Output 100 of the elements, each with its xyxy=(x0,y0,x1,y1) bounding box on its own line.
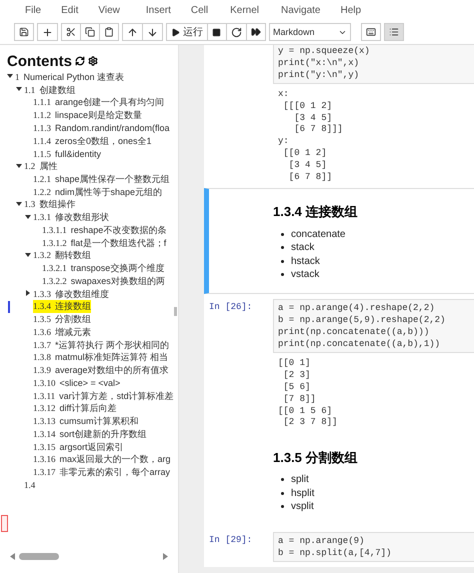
toc-entry[interactable]: 1.1.3 Random.randint/random(floa xyxy=(33,123,170,134)
toc-entry[interactable]: 1.3.12 diff计算后向差 xyxy=(33,402,116,416)
toc-entry[interactable]: 1.3.3 修改数组维度 xyxy=(33,288,109,301)
scissors-icon xyxy=(66,27,76,37)
list-item: vsplit xyxy=(291,501,314,512)
menu-item[interactable]: Navigate xyxy=(273,4,328,16)
menu-item[interactable]: File xyxy=(17,4,50,16)
output-line: [2 3] xyxy=(282,370,312,382)
add-cell-button[interactable] xyxy=(37,23,58,41)
output-line: [[0 1 5 6] xyxy=(278,406,334,418)
toc-entry[interactable]: 1.3.2.1 transpose交换两个维度 xyxy=(42,262,164,276)
stop-icon xyxy=(212,28,221,36)
move-down-button[interactable] xyxy=(142,23,163,41)
toc-entry[interactable]: 1.3.16 max返回最大的一个数，arg xyxy=(33,453,171,466)
toc-entry[interactable]: 1.1.2 linspace则是给定数量 xyxy=(33,109,142,122)
output-line: [3 4 5] xyxy=(293,112,334,124)
toc-entry[interactable]: 1.3.9 average对数组中的所有值求 xyxy=(33,364,169,378)
menu-item[interactable]: View xyxy=(90,4,128,16)
save-icon xyxy=(19,27,29,37)
collapsed-caret-icon[interactable] xyxy=(25,290,31,296)
toc-entry[interactable]: 1.4 xyxy=(24,480,40,490)
arrow-down-icon xyxy=(147,26,158,38)
expanded-caret-icon[interactable] xyxy=(25,214,31,220)
save-button[interactable] xyxy=(14,23,34,41)
toc-entry[interactable]: 1.3 数组操作 xyxy=(24,198,76,212)
bullet-icon xyxy=(281,505,284,508)
toc-entry[interactable]: 1.1.4 zeros全0数组，ones全1 xyxy=(33,134,152,148)
keyboard-icon xyxy=(366,27,376,37)
scroll-left-icon[interactable] xyxy=(10,552,15,560)
copy-button[interactable] xyxy=(80,23,100,41)
toc-entry[interactable]: 1.2.1 shape属性保存一个整数元组 xyxy=(33,172,170,186)
toc-entry[interactable]: 1.3.13 cumsum计算累积和 xyxy=(33,415,139,428)
toc-entry[interactable]: 1.3.7 *运算符执行 两个形状相同的 xyxy=(33,338,170,352)
list-toggle-button[interactable] xyxy=(384,23,404,41)
expanded-caret-icon[interactable] xyxy=(16,162,22,169)
arrow-up-icon xyxy=(127,26,138,38)
toc-entry[interactable]: 1.1.1 arange创建一个具有均匀间 xyxy=(33,96,164,110)
stop-button[interactable] xyxy=(207,23,227,41)
list-item: stack xyxy=(291,242,314,254)
toc-entry[interactable]: 1.1.5 full&identity xyxy=(33,148,102,159)
keyboard-button[interactable] xyxy=(361,23,381,41)
toc-entry[interactable]: 1.3.14 sort创建新的升序数组 xyxy=(33,428,147,441)
toc-entry[interactable]: 1.2 属性 xyxy=(24,160,58,174)
toc-entry[interactable]: 1.3.1.2 flat是一个数组迭代器；f xyxy=(42,236,166,250)
plus-icon xyxy=(42,26,53,38)
run-button[interactable]: 运行 xyxy=(166,23,208,41)
menu-item[interactable]: Insert xyxy=(138,4,179,16)
toc-entry[interactable]: 1.1 创建数组 xyxy=(24,84,76,97)
toc-entry[interactable]: 1.3.1 修改数组形状 xyxy=(33,211,109,224)
output-line: [3 4 5] xyxy=(288,160,328,172)
toc-entry[interactable]: 1.3.17 非零元素的索引，每个array xyxy=(33,466,170,480)
play-icon xyxy=(171,28,180,36)
toc-entry[interactable]: 1.3.5 分割数组 xyxy=(33,313,91,326)
menu-item[interactable]: Kernel xyxy=(222,4,268,16)
toc-entry[interactable]: 1.3.2 翻转数组 xyxy=(33,249,91,262)
expanded-caret-icon[interactable] xyxy=(16,200,22,207)
expanded-caret-icon[interactable] xyxy=(25,252,31,258)
toc-entry[interactable]: 1.3.6 增减元素 xyxy=(33,326,91,339)
refresh-icon[interactable] xyxy=(75,56,85,66)
toc-title: Contents xyxy=(7,52,72,70)
menu-item[interactable]: Help xyxy=(332,4,370,16)
list-item: concatenate xyxy=(291,228,346,240)
menu-item[interactable]: Edit xyxy=(53,4,86,16)
clipboard-icon xyxy=(104,27,114,37)
move-up-button[interactable] xyxy=(122,23,143,41)
output-line: [5 6] xyxy=(282,382,312,394)
restart-icon xyxy=(231,26,242,38)
scrollbar-thumb[interactable] xyxy=(19,552,59,560)
toc-entry[interactable]: 1.2.2 ndim属性等于shape元组的 xyxy=(33,186,162,199)
menu-item[interactable]: Cell xyxy=(182,4,216,16)
bullet-icon xyxy=(281,492,284,495)
toc-entry[interactable]: 1.3.1.1 reshape不改变数据的条 xyxy=(42,224,166,237)
paste-button[interactable] xyxy=(99,23,119,41)
fast-forward-button[interactable] xyxy=(246,23,266,41)
expanded-caret-icon[interactable] xyxy=(7,73,13,80)
scroll-right-icon[interactable] xyxy=(163,552,168,560)
copy-icon xyxy=(85,27,95,37)
code-input[interactable]: a = np.arange(4).reshape(2,2) b = np.arange(5,9).reshape(2,2) print(np.concatenate((a,b))) print(np.concatenate((a,b),1)) xyxy=(273,299,474,354)
code-input[interactable]: y = np.squeeze(x) print("x:\n",x) print("y:\n",y) xyxy=(273,45,474,84)
settings-icon[interactable] xyxy=(88,56,98,66)
tag-icon[interactable] xyxy=(1,515,8,532)
list-icon xyxy=(389,27,399,37)
scrollbar-thumb[interactable] xyxy=(174,307,177,316)
cell-type-select[interactable]: Markdown xyxy=(269,23,351,41)
output-line: y: xyxy=(278,136,290,148)
list-item: hstack xyxy=(291,256,320,267)
code-input[interactable]: a = np.arange(9) b = np.split(a,[4,7]) xyxy=(273,532,474,562)
toc-entry[interactable]: 1.3.4 连接数组 xyxy=(33,300,91,314)
selected-cell[interactable]: 1.3.4 连接数组 concatenate stack hstack vstack xyxy=(204,188,474,294)
toc-entry[interactable]: 1.3.10 <slice> = <val> xyxy=(33,378,120,388)
toc-entry[interactable]: 1.3.8 matmul标准矩阵运算符 相当 xyxy=(33,351,168,364)
toc-entry[interactable]: 1.3.15 argsort返回索引 xyxy=(33,440,124,454)
expanded-caret-icon[interactable] xyxy=(16,86,22,92)
toc-entry[interactable]: 1.3.2.2 swapaxes对换数组的两 xyxy=(42,274,165,288)
cut-button[interactable] xyxy=(61,23,81,41)
list-item: split xyxy=(291,474,309,486)
toc-entry[interactable]: 1.3.11 var计算方差，std计算标准差 xyxy=(33,390,174,403)
restart-button[interactable] xyxy=(226,23,247,41)
list-item: vstack xyxy=(291,269,320,280)
toc-entry[interactable]: 1 Numerical Python 速查表 xyxy=(15,70,124,84)
